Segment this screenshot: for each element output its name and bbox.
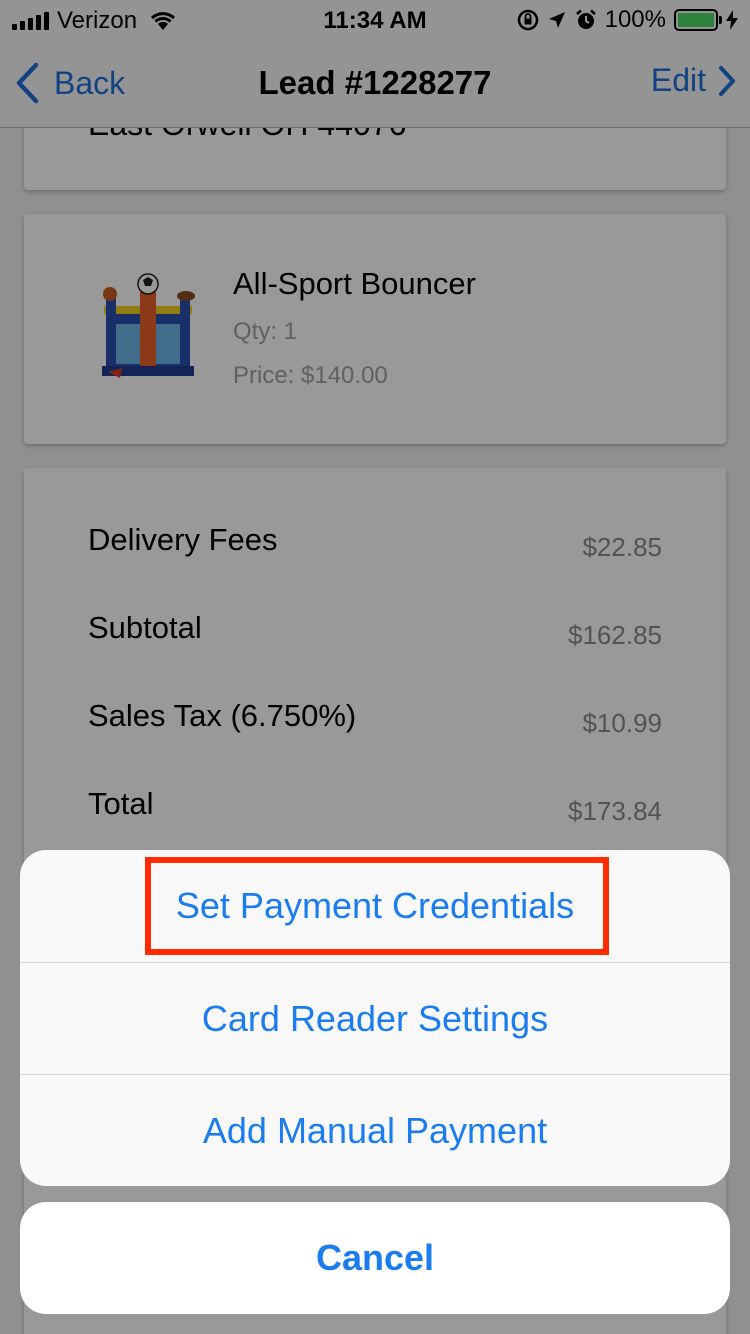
card-reader-settings-button[interactable]: Card Reader Settings	[20, 962, 730, 1074]
highlight-box	[145, 857, 609, 955]
add-manual-payment-button[interactable]: Add Manual Payment	[20, 1074, 730, 1186]
cancel-button[interactable]: Cancel	[20, 1202, 730, 1314]
